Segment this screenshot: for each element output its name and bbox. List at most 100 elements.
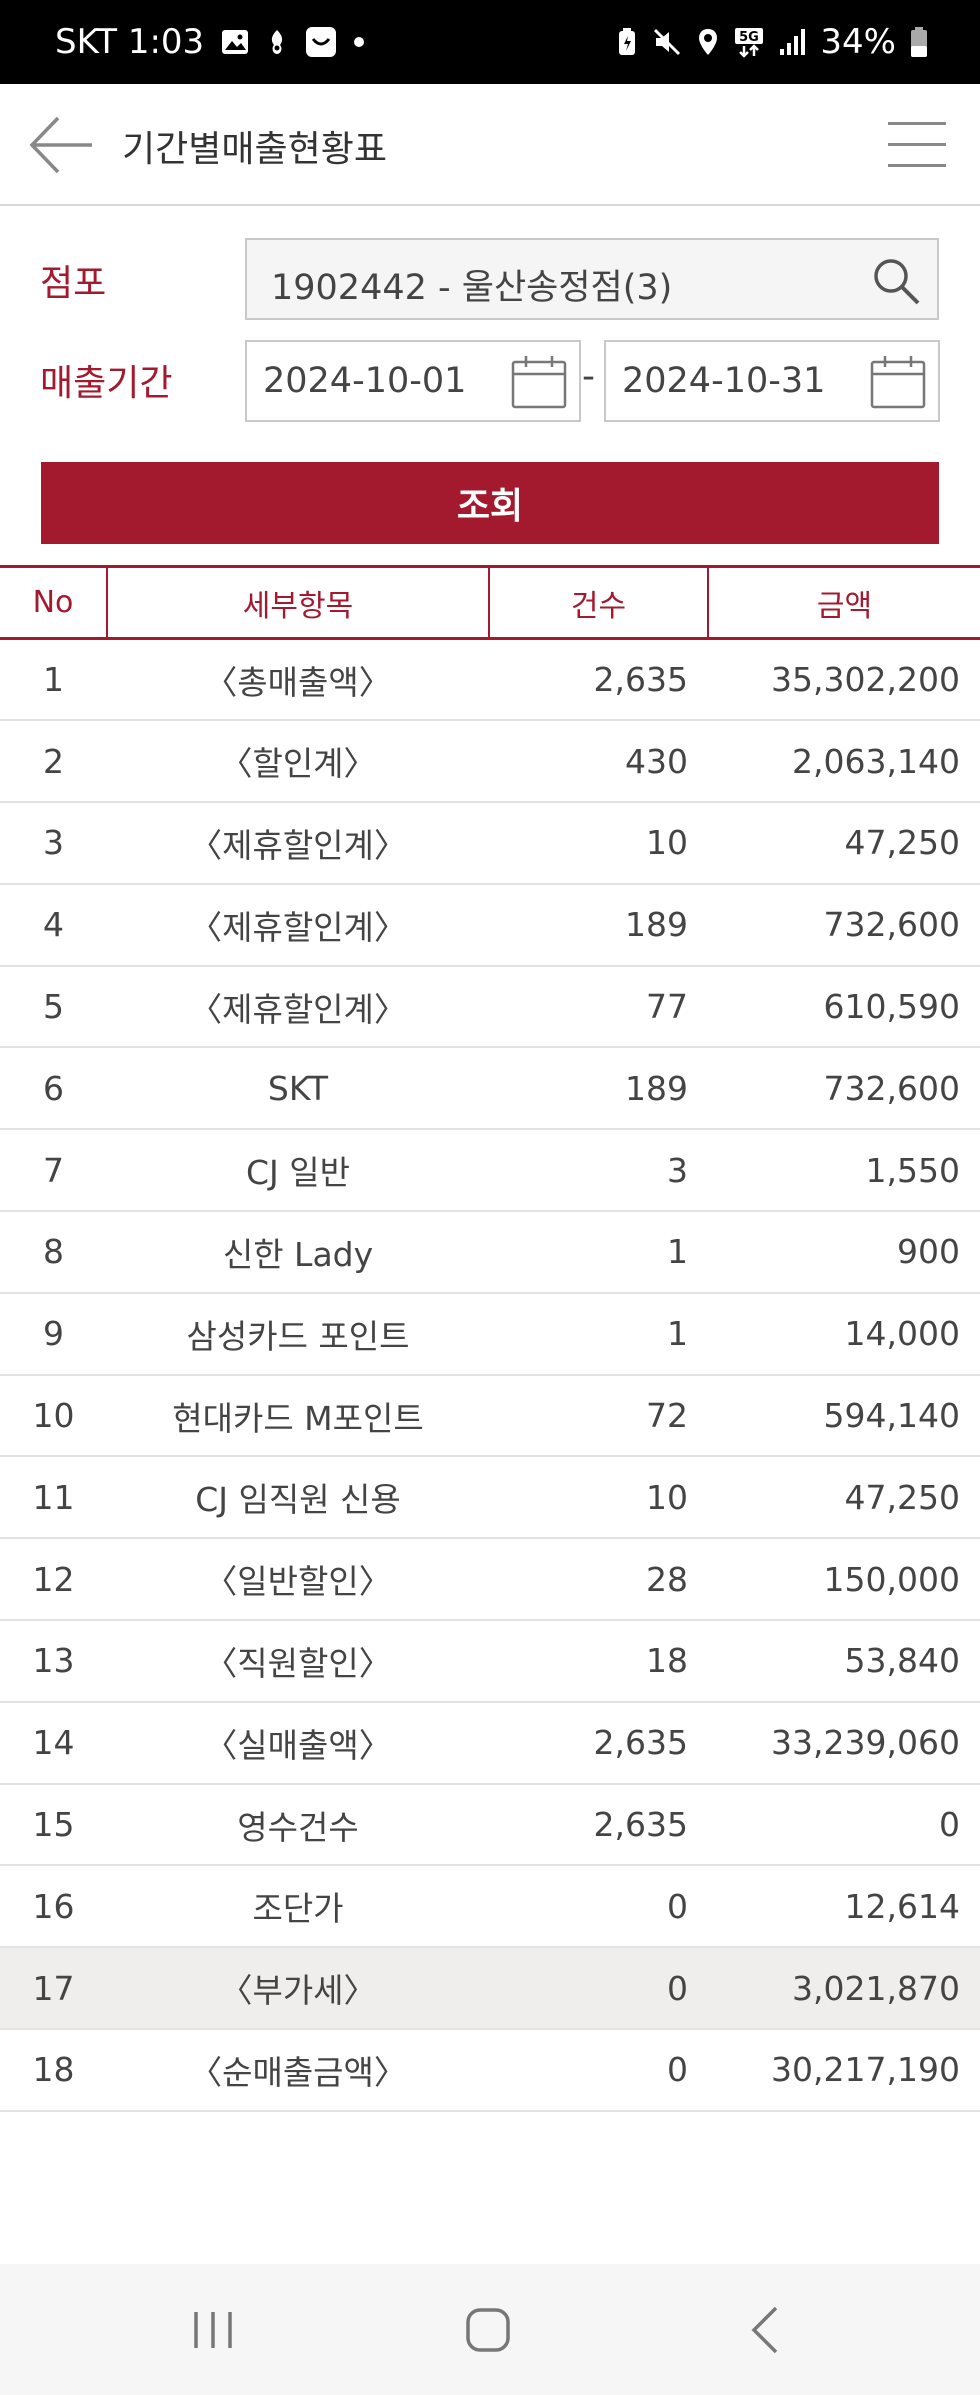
cell-amount: 2,063,140 <box>708 720 980 804</box>
cell-no: 9 <box>0 1292 107 1376</box>
cell-no: 6 <box>0 1047 107 1131</box>
cell-count: 0 <box>489 2029 708 2112</box>
calendar-icon[interactable] <box>509 353 569 411</box>
table-row[interactable]: 10 현대카드 M포인트 72 594,140 <box>0 1374 980 1458</box>
table-row[interactable]: 4 〈제휴할인계〉 189 732,600 <box>0 883 980 967</box>
cell-no: 8 <box>0 1211 107 1294</box>
cell-no: 4 <box>0 883 107 967</box>
table-header-row: No 세부항목 건수 금액 <box>0 565 980 640</box>
notification-icon <box>266 27 288 57</box>
cell-item: 삼성카드 포인트 <box>107 1292 489 1376</box>
end-date-field[interactable]: 2024-10-31 <box>604 340 940 422</box>
end-date-value: 2024-10-31 <box>622 361 826 401</box>
cell-item: 〈순매출금액〉 <box>107 2029 489 2112</box>
table-row[interactable]: 3 〈제휴할인계〉 10 47,250 <box>0 802 980 885</box>
cell-item: 영수건수 <box>107 1783 489 1867</box>
cell-amount: 732,600 <box>708 883 980 967</box>
cell-amount: 900 <box>708 1211 980 1294</box>
table-row[interactable]: 16 조단가 0 12,614 <box>0 1865 980 1949</box>
cell-count: 0 <box>489 1947 708 2031</box>
calendar-icon[interactable] <box>868 353 928 411</box>
period-label: 매출기간 <box>40 363 173 404</box>
cell-amount: 33,239,060 <box>708 1701 980 1785</box>
cell-no: 14 <box>0 1701 107 1785</box>
table-row[interactable]: 5 〈제휴할인계〉 77 610,590 <box>0 965 980 1049</box>
cell-item: 〈제휴할인계〉 <box>107 965 489 1049</box>
table-row[interactable]: 11 CJ 임직원 신용 10 47,250 <box>0 1456 980 1540</box>
search-icon[interactable] <box>869 254 923 308</box>
cell-item: 〈일반할인〉 <box>107 1538 489 1622</box>
store-field[interactable]: 1902442 - 울산송정점(3) <box>245 238 939 320</box>
battery-icon <box>910 26 928 58</box>
query-button[interactable]: 조회 <box>41 462 939 544</box>
back-button[interactable] <box>28 114 94 176</box>
cell-count: 1 <box>489 1292 708 1376</box>
table-row[interactable]: 18 〈순매출금액〉 0 30,217,190 <box>0 2029 980 2112</box>
table-row[interactable]: 8 신한 Lady 1 900 <box>0 1211 980 1294</box>
gallery-icon <box>220 27 250 57</box>
menu-button[interactable] <box>888 120 948 170</box>
cell-item: SKT <box>107 1047 489 1131</box>
cell-item: 〈제휴할인계〉 <box>107 883 489 967</box>
cell-no: 12 <box>0 1538 107 1622</box>
cell-no: 10 <box>0 1374 107 1458</box>
chevron-left-icon <box>751 2306 778 2354</box>
cell-amount: 35,302,200 <box>708 638 980 722</box>
system-back-button[interactable] <box>738 2302 798 2358</box>
cell-item: 〈직원할인〉 <box>107 1620 489 1703</box>
recent-apps-button[interactable] <box>184 2302 244 2358</box>
cell-count: 3 <box>489 1129 708 1213</box>
cell-no: 13 <box>0 1620 107 1703</box>
table-row[interactable]: 17 〈부가세〉 0 3,021,870 <box>0 1947 980 2031</box>
cell-amount: 594,140 <box>708 1374 980 1458</box>
column-header-count: 건수 <box>488 565 708 640</box>
cell-amount: 3,021,870 <box>708 1947 980 2031</box>
cell-amount: 732,600 <box>708 1047 980 1131</box>
cell-item: 〈부가세〉 <box>107 1947 489 2031</box>
cell-no: 7 <box>0 1129 107 1213</box>
table-row[interactable]: 9 삼성카드 포인트 1 14,000 <box>0 1292 980 1376</box>
cell-amount: 610,590 <box>708 965 980 1049</box>
column-header-amount: 금액 <box>707 565 980 640</box>
location-icon <box>696 27 720 57</box>
cell-no: 5 <box>0 965 107 1049</box>
cell-count: 10 <box>489 802 708 885</box>
cell-no: 3 <box>0 802 107 885</box>
cell-count: 0 <box>489 1865 708 1949</box>
cell-count: 28 <box>489 1538 708 1622</box>
table-row[interactable]: 12 〈일반할인〉 28 150,000 <box>0 1538 980 1622</box>
page-title: 기간별매출현황표 <box>122 129 387 170</box>
cell-count: 18 <box>489 1620 708 1703</box>
cell-count: 189 <box>489 883 708 967</box>
cell-item: 〈실매출액〉 <box>107 1701 489 1785</box>
table-row[interactable]: 1 〈총매출액〉 2,635 35,302,200 <box>0 638 980 722</box>
system-nav-bar <box>0 2264 980 2395</box>
cell-item: 〈제휴할인계〉 <box>107 802 489 885</box>
table-row[interactable]: 6 SKT 189 732,600 <box>0 1047 980 1131</box>
home-button[interactable] <box>458 2302 518 2358</box>
start-date-field[interactable]: 2024-10-01 <box>245 340 581 422</box>
cell-count: 10 <box>489 1456 708 1540</box>
table-row[interactable]: 7 CJ 일반 3 1,550 <box>0 1129 980 1213</box>
cell-amount: 150,000 <box>708 1538 980 1622</box>
cell-count: 2,635 <box>489 638 708 722</box>
app-header: 기간별매출현황표 <box>0 84 980 206</box>
table-row[interactable]: 15 영수건수 2,635 0 <box>0 1783 980 1867</box>
recent-apps-icon <box>194 2312 232 2348</box>
cell-count: 77 <box>489 965 708 1049</box>
battery-saver-icon <box>616 27 638 57</box>
cell-no: 1 <box>0 638 107 722</box>
table-row[interactable]: 14 〈실매출액〉 2,635 33,239,060 <box>0 1701 980 1785</box>
cell-count: 430 <box>489 720 708 804</box>
cell-no: 17 <box>0 1947 107 2031</box>
table-row[interactable]: 13 〈직원할인〉 18 53,840 <box>0 1620 980 1703</box>
column-header-no: No <box>0 565 107 640</box>
table-row[interactable]: 2 〈할인계〉 430 2,063,140 <box>0 720 980 804</box>
cell-no: 16 <box>0 1865 107 1949</box>
home-icon <box>466 2308 510 2352</box>
cell-amount: 14,000 <box>708 1292 980 1376</box>
cell-item: 〈할인계〉 <box>107 720 489 804</box>
cell-count: 2,635 <box>489 1783 708 1867</box>
svg-text:5G: 5G <box>740 30 760 45</box>
battery-percent: 34% <box>820 22 896 62</box>
